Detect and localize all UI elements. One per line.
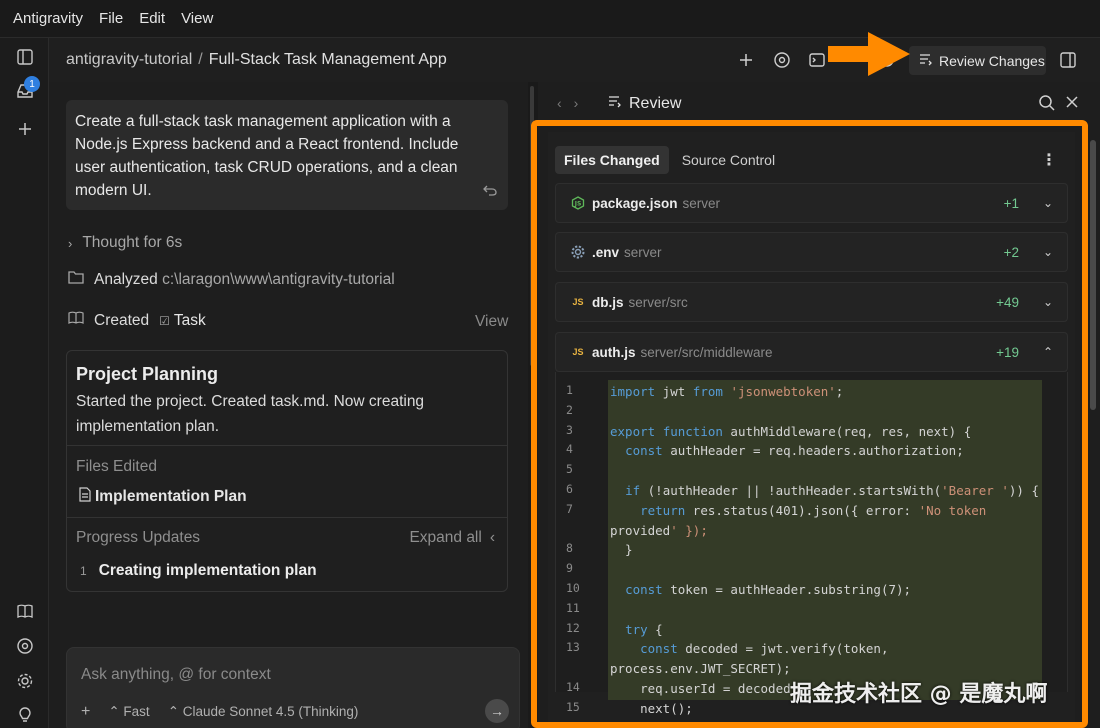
review-pane: ‹ › Review Files Changed Source Control … (531, 82, 1100, 728)
browser-icon[interactable] (772, 50, 792, 70)
prompt-text: Create a full-stack task management appl… (75, 113, 459, 199)
toggle-sidebar-icon[interactable] (14, 46, 36, 68)
plan-description: Started the project. Created task.md. No… (76, 393, 425, 435)
app-name: Antigravity (13, 10, 84, 27)
chevron-up-icon: ⌃ (108, 704, 120, 719)
thought-row[interactable]: › Thought for 6s (68, 234, 182, 252)
expand-all-button[interactable]: Expand all ‹ (409, 529, 495, 547)
view-link[interactable]: View (475, 313, 508, 331)
annotation-arrow (828, 32, 910, 76)
send-button[interactable]: → (485, 699, 509, 723)
analyzed-path[interactable]: c:\laragon\www\antigravity-tutorial (162, 271, 395, 288)
chat-input-box[interactable]: Ask anything, @ for context + ⌃ Fast ⌃ C… (66, 647, 520, 728)
conversation-pane: Create a full-stack task management appl… (49, 82, 527, 728)
implementation-plan-link[interactable]: Implementation Plan (79, 487, 247, 507)
project-planning-card: Project Planning Started the project. Cr… (66, 350, 508, 592)
analyzed-row: Analyzed c:\laragon\www\antigravity-tuto… (68, 270, 395, 289)
breadcrumb-current: Full-Stack Task Management App (208, 51, 447, 68)
checklist-icon: ☑ (159, 313, 170, 328)
add-context-icon[interactable]: + (81, 703, 90, 721)
created-item[interactable]: Task (174, 312, 206, 330)
created-label: Created (94, 311, 150, 329)
forward-icon[interactable]: › (574, 95, 579, 111)
activity-bar: 1 (0, 38, 49, 728)
terminal-icon[interactable] (807, 50, 827, 70)
browser-icon[interactable] (14, 635, 36, 657)
progress-number: 1 (80, 564, 87, 578)
thought-label: Thought for 6s (82, 234, 183, 251)
analyzed-label: Analyzed (94, 270, 158, 288)
user-prompt: Create a full-stack task management appl… (66, 100, 508, 210)
review-scrollbar[interactable] (1090, 140, 1096, 410)
created-row: Created ☑ Task (68, 311, 206, 330)
divider (67, 445, 507, 446)
undo-icon[interactable] (482, 182, 498, 198)
book-icon (68, 311, 84, 330)
chat-input-placeholder[interactable]: Ask anything, @ for context (81, 666, 271, 684)
watermark: 掘金技术社区 @ 是魔丸啊 (790, 682, 1048, 707)
review-title: Review (608, 94, 681, 113)
files-edited-label: Files Edited (76, 458, 157, 475)
close-icon[interactable] (1064, 94, 1084, 114)
back-icon[interactable]: ‹ (557, 95, 562, 111)
settings-icon[interactable] (14, 670, 36, 692)
model-label: Claude Sonnet 4.5 (Thinking) (182, 704, 359, 719)
progress-text: Creating implementation plan (98, 562, 317, 579)
chevron-right-icon: › (68, 235, 73, 251)
list-icon (608, 94, 622, 113)
input-toolbar: + ⌃ Fast ⌃ Claude Sonnet 4.5 (Thinking) (81, 703, 358, 721)
editor-header: antigravity-tutorial / Full-Stack Task M… (49, 38, 1100, 82)
review-changes-button[interactable]: Review Changes (909, 46, 1046, 75)
model-selector[interactable]: ⌃ Claude Sonnet 4.5 (Thinking) (168, 704, 359, 720)
implementation-plan-label: Implementation Plan (95, 488, 247, 505)
review-title-label: Review (629, 94, 682, 112)
breadcrumb-separator: / (198, 51, 203, 68)
mode-selector[interactable]: ⌃ Fast (108, 704, 149, 720)
toggle-panel-icon[interactable] (1058, 50, 1078, 70)
divider (67, 517, 507, 518)
menu-view[interactable]: View (181, 10, 213, 27)
expand-all-label: Expand all (409, 529, 482, 546)
document-icon (79, 487, 91, 507)
arrow-right-icon: → (490, 703, 504, 719)
menu-edit[interactable]: Edit (139, 10, 165, 27)
mode-label: Fast (123, 704, 150, 719)
folder-icon (68, 270, 84, 289)
breadcrumb: antigravity-tutorial / Full-Stack Task M… (66, 51, 447, 69)
breadcrumb-root[interactable]: antigravity-tutorial (66, 51, 192, 69)
review-changes-label: Review Changes (939, 52, 1045, 69)
menu-bar: Antigravity File Edit View (0, 0, 1100, 38)
new-icon[interactable] (736, 50, 756, 70)
plan-title: Project Planning (76, 364, 219, 384)
menu-file[interactable]: File (99, 10, 123, 27)
chevron-left-icon: ‹ (489, 529, 495, 546)
annotation-highlight-box (531, 120, 1088, 728)
review-nav: ‹ › (557, 95, 578, 111)
progress-item: 1 Creating implementation plan (80, 562, 317, 580)
progress-updates-label: Progress Updates (76, 529, 201, 546)
lightbulb-icon[interactable] (14, 704, 36, 726)
chevron-up-icon: ⌃ (167, 704, 179, 719)
add-icon[interactable] (14, 118, 36, 140)
book-icon[interactable] (14, 600, 36, 622)
list-icon (919, 52, 933, 69)
search-icon[interactable] (1038, 94, 1058, 114)
inbox-badge: 1 (24, 76, 40, 92)
